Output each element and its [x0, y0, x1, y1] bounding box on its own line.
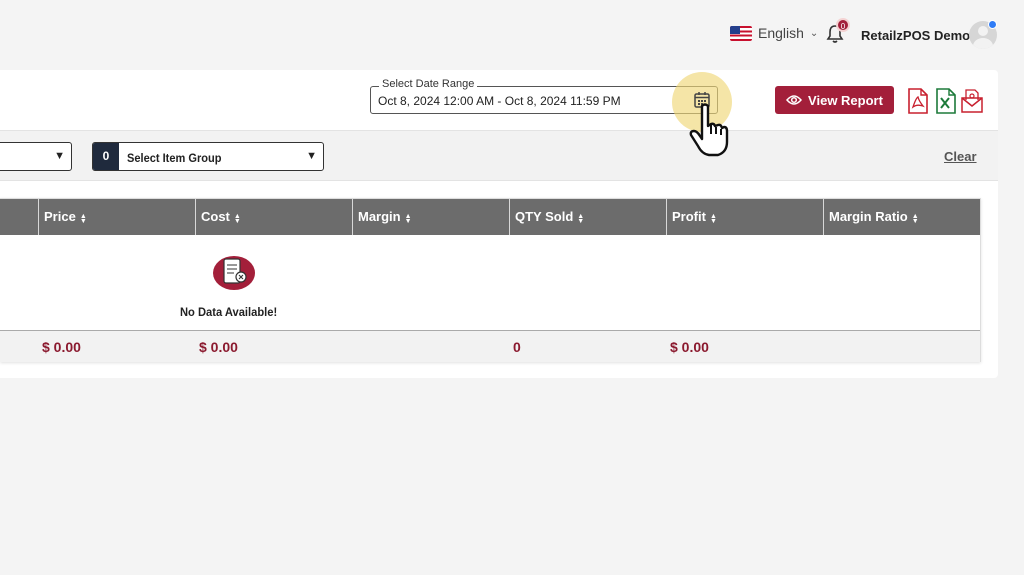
report-card: Select Date Range Oct 8, 2024 12:00 AM -…	[0, 70, 998, 378]
total-price: $ 0.00	[42, 339, 81, 355]
total-profit: $ 0.00	[670, 339, 709, 355]
excel-export-icon[interactable]	[934, 88, 958, 114]
sort-icon: ▲ ▼	[404, 213, 412, 225]
report-table: Price ▲ ▼ Cost ▲ ▼ Margin ▲ ▼ QTY Sold ▲ ▼ Profi…	[0, 198, 981, 362]
top-bar: English ⌄ 0 RetailzPOS Demo	[0, 0, 1024, 68]
item-group-label: Select Item Group	[127, 151, 222, 165]
pdf-export-icon[interactable]	[906, 88, 930, 114]
column-header-profit[interactable]: Profit ▲ ▼	[666, 199, 823, 235]
us-flag-icon	[730, 25, 752, 41]
item-group-select[interactable]: 0 Select Item Group ▼	[92, 142, 324, 171]
sort-icon: ▲ ▼	[709, 213, 717, 225]
column-header-margin-ratio[interactable]: Margin Ratio ▲ ▼	[823, 199, 980, 235]
no-data-message: No Data Available!	[180, 305, 278, 319]
clear-button[interactable]: Clear	[944, 149, 977, 164]
filter-bar: ▼ 0 Select Item Group ▼ Clear	[0, 130, 998, 181]
sort-icon: ▲ ▼	[79, 213, 87, 225]
column-header-cost[interactable]: Cost ▲ ▼	[195, 199, 352, 235]
eye-icon	[786, 95, 803, 105]
sort-icon: ▲ ▼	[577, 213, 585, 225]
total-qty-sold: 0	[513, 339, 521, 355]
item-group-count: 0	[93, 143, 119, 170]
date-range-label: Select Date Range	[379, 78, 478, 90]
date-range-value: Oct 8, 2024 12:00 AM - Oct 8, 2024 11:59…	[378, 94, 621, 108]
total-cost: $ 0.00	[199, 339, 238, 355]
date-range-input[interactable]: Select Date Range Oct 8, 2024 12:00 AM -…	[370, 78, 718, 114]
no-data-icon	[213, 256, 255, 290]
column-header-price[interactable]: Price ▲ ▼	[38, 199, 195, 235]
language-selector[interactable]: English ⌄	[730, 25, 818, 41]
table-body: No Data Available!	[0, 235, 980, 330]
dropdown-arrow-icon: ▼	[54, 150, 65, 162]
table-totals-row: $ 0.00 $ 0.00 0 $ 0.00	[0, 330, 980, 362]
column-header-margin[interactable]: Margin ▲ ▼	[352, 199, 509, 235]
chevron-down-icon: ⌄	[809, 27, 819, 39]
user-name[interactable]: RetailzPOS Demo	[861, 28, 970, 43]
column-header-qty-sold[interactable]: QTY Sold ▲ ▼	[509, 199, 666, 235]
language-label: English	[758, 25, 804, 41]
table-header: Price ▲ ▼ Cost ▲ ▼ Margin ▲ ▼ QTY Sold ▲ ▼ Profi…	[0, 199, 980, 235]
view-report-label: View Report	[808, 92, 883, 108]
dropdown-arrow-icon: ▼	[306, 150, 317, 162]
email-export-icon[interactable]	[960, 88, 984, 114]
filter-select[interactable]: ▼	[0, 142, 72, 171]
online-status-dot	[988, 20, 997, 29]
sort-icon: ▲ ▼	[233, 213, 241, 225]
notification-badge: 0	[836, 18, 850, 32]
pointer-hand-cursor-icon	[689, 103, 729, 157]
sort-icon: ▲ ▼	[911, 213, 919, 225]
view-report-button[interactable]: View Report	[775, 86, 894, 114]
